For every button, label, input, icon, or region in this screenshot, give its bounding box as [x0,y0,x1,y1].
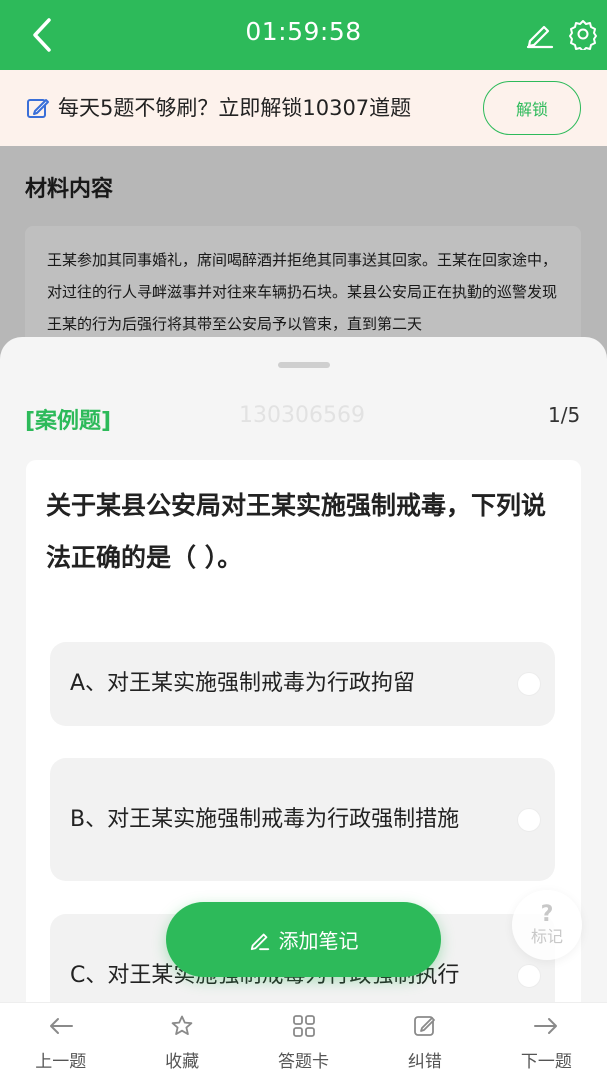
nav-label: 收藏 [165,1052,200,1072]
pencil-icon [526,25,554,49]
grid-icon [292,1011,316,1041]
add-note-label: 添加笔记 [278,929,359,953]
edit-button[interactable] [522,16,558,52]
question-type: [案例题] [25,409,112,434]
radio-icon [517,807,541,832]
star-icon [170,1011,194,1041]
arrow-right-icon [533,1011,559,1041]
top-bar: 01:59:58 [0,0,607,70]
option-label: B、对王某实施强制戒毒为行政强制措施 [70,806,460,832]
question-id: 130306569 [239,403,365,428]
unlock-promo-text: 每天5题不够刷？立即解锁10307道题 [58,96,412,120]
nav-next-question[interactable]: 下一题 [486,1003,607,1080]
nav-label: 纠错 [407,1052,442,1072]
exam-timer: 01:59:58 [245,17,362,46]
option-b[interactable]: B、对王某实施强制戒毒为行政强制措施 [50,758,555,881]
mark-label: 标记 [530,927,563,946]
bottom-nav: 上一题 收藏 答题卡 纠错 下一题 [0,1002,607,1080]
question-mark-icon: ? [540,902,554,927]
nav-label: 答题卡 [278,1052,330,1072]
radio-icon [517,672,541,696]
nav-prev-question[interactable]: 上一题 [0,1003,121,1080]
nav-label: 上一题 [35,1052,87,1072]
nav-report-error[interactable]: 纠错 [364,1003,485,1080]
drag-handle[interactable] [278,362,330,368]
radio-icon [517,963,541,988]
add-note-button[interactable]: 添加笔记 [166,902,441,977]
pencil-icon [249,929,271,951]
unlock-banner: 每天5题不够刷？立即解锁10307道题 解锁 [0,70,607,146]
mark-button[interactable]: ? 标记 [512,890,582,960]
unlock-button[interactable]: 解锁 [483,81,581,135]
nav-favorite[interactable]: 收藏 [121,1003,242,1080]
arrow-left-icon [48,1011,74,1041]
option-a[interactable]: A、对王某实施强制戒毒为行政拘留 [50,642,555,726]
question-progress: 1/5 [548,403,581,427]
nav-label: 下一题 [520,1052,572,1072]
settings-button[interactable] [565,16,601,52]
gear-icon [569,20,597,50]
option-label: A、对王某实施强制戒毒为行政拘留 [70,671,416,696]
nav-answer-sheet[interactable]: 答题卡 [243,1003,364,1080]
edit-square-icon [27,99,49,118]
question-stem: 关于某县公安局对王某实施强制戒毒，下列说法正确的是（ ）。 [46,491,547,572]
edit-square-icon [413,1011,437,1041]
